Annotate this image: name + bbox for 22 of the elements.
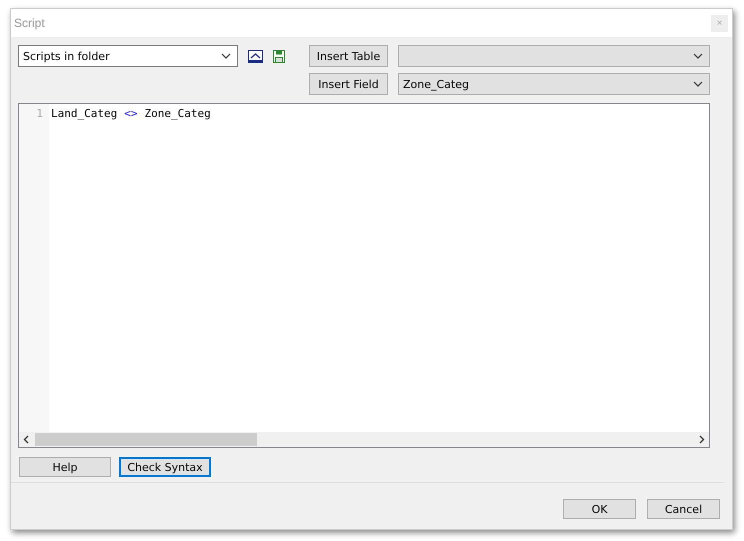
ok-button[interactable]: OK bbox=[563, 499, 636, 519]
code-operator: <> bbox=[124, 107, 138, 120]
check-syntax-button[interactable]: Check Syntax bbox=[119, 457, 211, 477]
horizontal-scrollbar[interactable] bbox=[19, 432, 709, 447]
chevron-down-icon bbox=[693, 53, 703, 59]
chevron-down-icon bbox=[221, 53, 231, 59]
insert-field-button[interactable]: Insert Field bbox=[309, 73, 388, 95]
window-title: Script bbox=[14, 16, 45, 30]
code-identifier: Land_Categ bbox=[51, 107, 118, 120]
save-icon[interactable] bbox=[273, 50, 285, 62]
help-button[interactable]: Help bbox=[19, 457, 111, 477]
cancel-button[interactable]: Cancel bbox=[647, 499, 720, 519]
field-dropdown[interactable]: Zone_Categ bbox=[398, 73, 710, 95]
scroll-right-icon[interactable] bbox=[699, 435, 705, 444]
chevron-down-icon bbox=[693, 81, 703, 87]
scripts-dropdown[interactable]: Scripts in folder bbox=[18, 45, 238, 67]
scroll-left-icon[interactable] bbox=[23, 435, 29, 444]
code-identifier: Zone_Categ bbox=[144, 107, 211, 120]
insert-table-button[interactable]: Insert Table bbox=[309, 45, 388, 67]
code-editor[interactable]: 1 Land_Categ <> Zone_Categ bbox=[18, 103, 710, 448]
line-number: 1 bbox=[36, 107, 43, 120]
scrollbar-thumb[interactable] bbox=[35, 433, 257, 446]
